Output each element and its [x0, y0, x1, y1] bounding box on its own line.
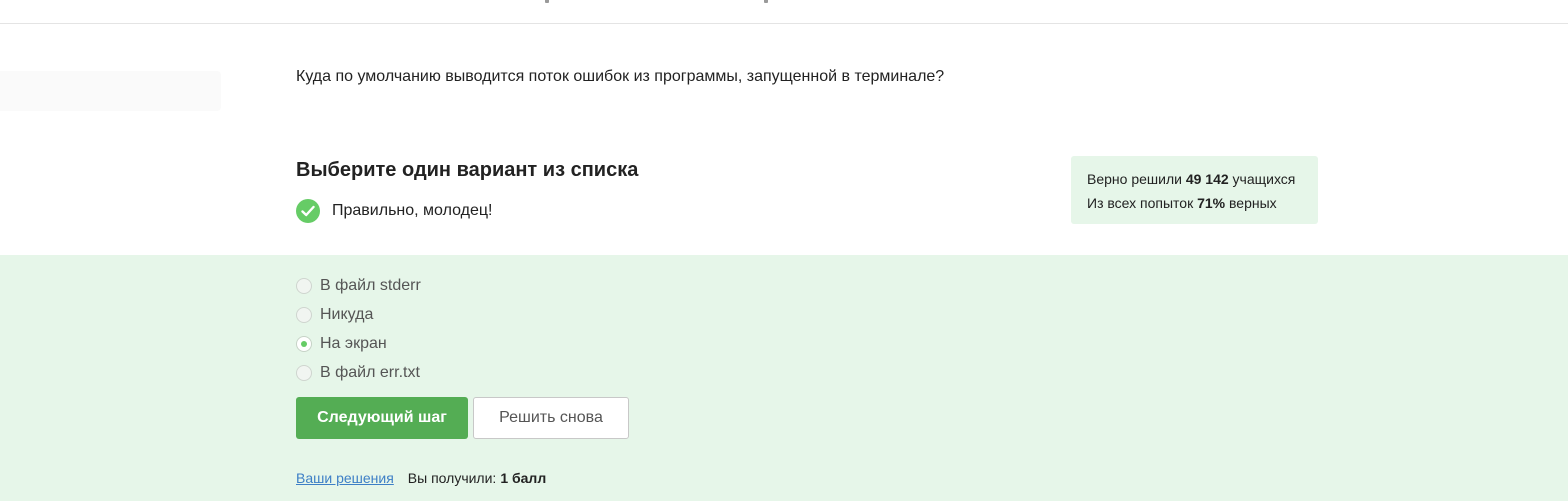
stats-solved-prefix: Верно решили: [1087, 171, 1182, 187]
stats-solved-line: Верно решили 49 142 учащихся: [1087, 167, 1302, 191]
option-item[interactable]: На экран: [296, 329, 421, 358]
stats-solved-suffix: учащихся: [1232, 171, 1296, 187]
option-item[interactable]: Никуда: [296, 300, 421, 329]
stats-panel: Верно решили 49 142 учащихся Из всех поп…: [1071, 156, 1318, 224]
score-label: Вы получили:: [407, 470, 497, 486]
option-label[interactable]: На экран: [320, 335, 387, 353]
stats-attempts-line: Из всех попыток 71% верных: [1087, 191, 1302, 215]
check-circle-icon: [296, 199, 320, 223]
sidebar-ghost-item[interactable]: [0, 71, 221, 111]
stats-solved-count: 49 142: [1185, 171, 1229, 187]
radio-button[interactable]: [296, 306, 312, 323]
stats-attempts-percent: 71%: [1197, 195, 1226, 211]
radio-button[interactable]: [296, 364, 312, 381]
stats-attempts-prefix: Из всех попыток: [1087, 195, 1194, 211]
radio-button[interactable]: [296, 277, 312, 294]
choice-heading: Выберите один вариант из списка: [296, 159, 639, 181]
feedback-text: Правильно, молодец!: [332, 202, 493, 219]
answer-area: [0, 255, 1568, 501]
footer-row: Ваши решения Вы получили: 1 балл: [296, 470, 546, 486]
option-item[interactable]: В файл stderr: [296, 271, 421, 300]
option-label[interactable]: В файл stderr: [320, 277, 421, 295]
clipped-glyph: [764, 0, 768, 3]
feedback-row: Правильно, молодец!: [296, 199, 492, 223]
score: Вы получили: 1 балл: [408, 470, 546, 486]
your-solutions-link[interactable]: Ваши решения: [296, 470, 394, 486]
top-bar-clipped: [0, 0, 1568, 23]
retry-button[interactable]: Решить снова: [473, 397, 629, 439]
score-value: 1 балл: [500, 470, 547, 486]
question-text: Куда по умолчанию выводится поток ошибок…: [296, 68, 945, 85]
radio-button-selected[interactable]: [296, 335, 312, 352]
option-label[interactable]: Никуда: [320, 306, 373, 324]
options-list: В файл stderr Никуда На экран В файл err…: [296, 271, 421, 387]
header-divider: [0, 23, 1568, 24]
option-item[interactable]: В файл err.txt: [296, 358, 421, 387]
next-step-button[interactable]: Следующий шаг: [296, 397, 468, 439]
clipped-glyph: [545, 0, 549, 3]
option-label[interactable]: В файл err.txt: [320, 364, 420, 382]
stats-attempts-suffix: верных: [1229, 195, 1277, 211]
